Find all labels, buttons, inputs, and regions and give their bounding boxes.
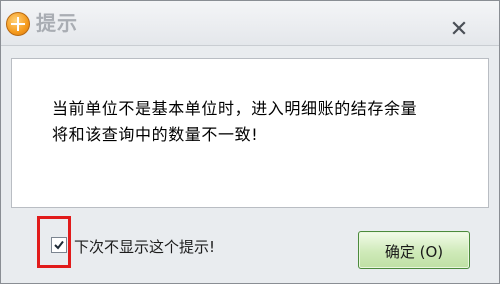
checkmark-icon xyxy=(54,240,64,250)
dont-show-again-checkbox[interactable] xyxy=(51,237,67,253)
message-panel: 当前单位不是基本单位时，进入明细账的结存余量 将和该查询中的数量不一致! xyxy=(11,58,489,208)
close-button[interactable] xyxy=(446,19,472,37)
dialog-title: 提示 xyxy=(36,11,78,35)
ok-button-label: 确定 (O) xyxy=(384,243,444,261)
message-text-line-2: 将和该查询中的数量不一致! xyxy=(52,125,259,144)
close-icon xyxy=(452,21,466,35)
ok-button[interactable]: 确定 (O) xyxy=(358,231,470,269)
title-bar[interactable]: 提示 xyxy=(1,1,499,46)
message-text-line-1: 当前单位不是基本单位时，进入明细账的结存余量 xyxy=(52,99,418,118)
dont-show-again-label[interactable]: 下次不显示这个提示! xyxy=(74,236,215,257)
dialog-window: 提示 当前单位不是基本单位时，进入明细账的结存余量 将和该查询中的数量不一致! … xyxy=(0,0,500,284)
app-logo-icon xyxy=(6,12,30,36)
